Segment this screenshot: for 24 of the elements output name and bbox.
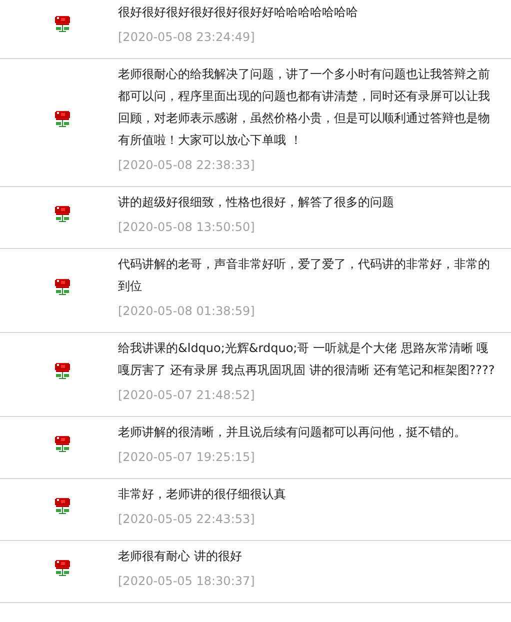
review-time: [2020-05-08 23:24:49] <box>118 29 256 46</box>
flower-icon <box>54 362 70 380</box>
review-time: [2020-05-07 19:25:15] <box>118 449 256 466</box>
flower-icon <box>54 110 70 128</box>
review-text: 代码讲解的老哥，声音非常好听，爱了爱了，代码讲的非常好，非常的到位 <box>118 256 491 295</box>
flower-icon <box>54 16 70 32</box>
review-time: [2020-05-05 18:30:37] <box>118 573 256 590</box>
review-text: 讲的超级好很细致，性格也很好，解答了很多的问题 <box>118 194 395 211</box>
flower-icon <box>54 436 70 452</box>
flower-icon <box>54 206 70 222</box>
review-text: 老师很有耐心 讲的很好 <box>118 548 243 565</box>
flower-icon <box>54 560 70 576</box>
review-time: [2020-05-08 13:50:50] <box>118 219 256 236</box>
flower-icon <box>54 498 70 514</box>
review-text: 非常好，老师讲的很仔细很认真 <box>118 486 287 503</box>
review-text: 老师很耐心的给我解决了问题，讲了一个多小时有问题也让我答辩之前都可以问，程序里面出现的问题也都有讲清楚，同时还有录屏可以让我回顾，对老师表示感谢，虽然价格小贵，但是可以顺利通过答辩也是物有所值啦！大家可以放心下单哦 ！ <box>118 66 491 149</box>
review-text: 很好很好很好很好很好很好好哈哈哈哈哈哈哈 <box>118 4 359 21</box>
review-text: 老师讲解的很清晰，并且说后续有问题都可以再问他，挺不错的。 <box>118 424 467 441</box>
review-time: [2020-05-08 22:38:33] <box>118 157 256 174</box>
review-text: 给我讲课的&ldquo;光辉&rdquo;哥 一听就是个大佬 思路灰常清晰 嘎嘎厉害了 还有录屏 我点再巩固巩固 讲的很清晰 还有笔记和框架图???? <box>118 340 496 379</box>
review-time: [2020-05-08 01:38:59] <box>118 303 256 320</box>
review-time: [2020-05-07 21:48:52] <box>118 387 256 404</box>
flower-icon <box>54 278 70 296</box>
review-time: [2020-05-05 22:43:53] <box>118 511 256 528</box>
